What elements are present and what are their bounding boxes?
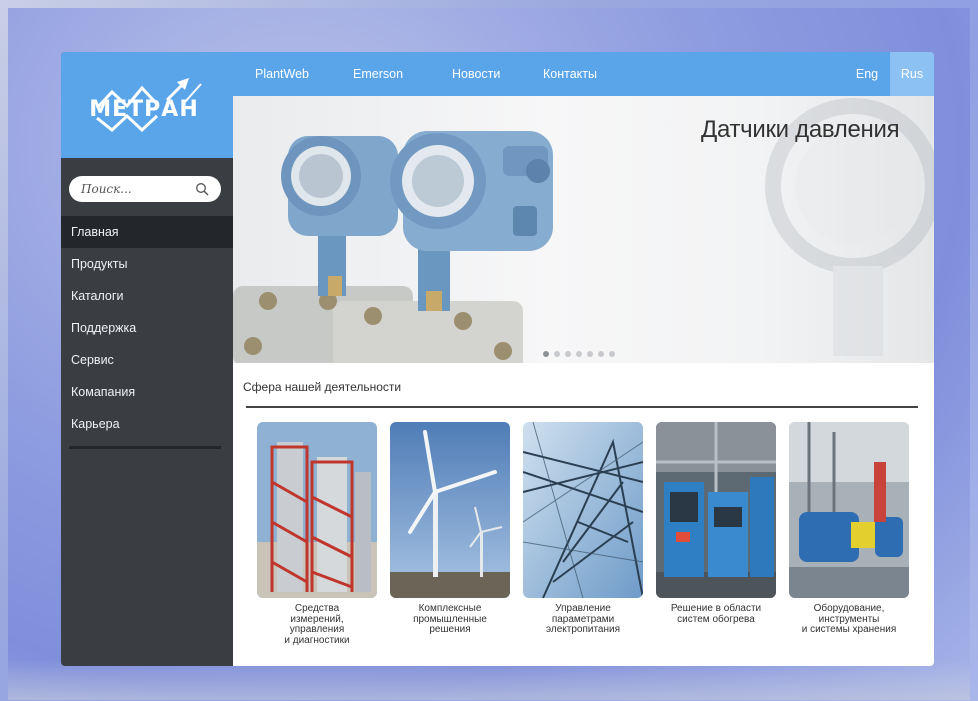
sidebar-item-products[interactable]: Продукты xyxy=(61,248,233,280)
top-navigation: PlantWeb Emerson Новости Контакты Eng Ru… xyxy=(233,52,934,96)
slider-dot[interactable] xyxy=(609,351,615,357)
sidebar-nav: Главная Продукты Каталоги Поддержка Серв… xyxy=(61,216,233,440)
sidebar-divider xyxy=(69,446,221,449)
card-image xyxy=(390,422,510,598)
search-icon[interactable] xyxy=(195,182,209,196)
card-image xyxy=(656,422,776,598)
sidebar-item-home[interactable]: Главная xyxy=(61,216,233,248)
nav-link-news[interactable]: Новости xyxy=(452,67,500,81)
card-label: Управление параметрами электропитания xyxy=(545,603,621,635)
activity-card-heating[interactable]: Решение в области систем обогрева xyxy=(656,422,776,625)
search-placeholder: Поиск... xyxy=(81,182,132,196)
card-label: Оборудование, инструменты и системы хран… xyxy=(801,603,897,635)
lang-eng-button[interactable]: Eng xyxy=(845,52,889,96)
section-divider xyxy=(246,406,918,408)
sidebar-item-company[interactable]: Комапания xyxy=(61,376,233,408)
card-image xyxy=(789,422,909,598)
nav-link-contacts[interactable]: Контакты xyxy=(543,67,597,81)
sidebar-item-service[interactable]: Сервис xyxy=(61,344,233,376)
section-title: Сфера нашей деятельности xyxy=(243,380,402,394)
sidebar-item-support[interactable]: Поддержка xyxy=(61,312,233,344)
card-label: Решение в области систем обогрева xyxy=(670,603,762,625)
sidebar: МЕТРАН Поиск... Главная Продукты Каталог… xyxy=(61,52,233,666)
activity-card-power[interactable]: Управление параметрами электропитания xyxy=(523,422,643,636)
slider-dot[interactable] xyxy=(565,351,571,357)
slider-dot[interactable] xyxy=(576,351,582,357)
logo[interactable]: МЕТРАН xyxy=(61,52,233,158)
hero-banner[interactable]: Датчики давления xyxy=(233,96,934,363)
logo-text: МЕТРАН xyxy=(89,96,199,122)
activity-card-industrial[interactable]: Комплексные промышленные решения xyxy=(390,422,510,636)
slider-dot[interactable] xyxy=(554,351,560,357)
slider-dot[interactable] xyxy=(587,351,593,357)
lang-rus-button[interactable]: Rus xyxy=(890,52,934,96)
sidebar-item-catalogs[interactable]: Каталоги xyxy=(61,280,233,312)
search-input[interactable]: Поиск... xyxy=(69,176,221,202)
main-content: PlantWeb Emerson Новости Контакты Eng Ru… xyxy=(233,52,934,666)
sidebar-item-career[interactable]: Карьера xyxy=(61,408,233,440)
card-label: Комплексные промышленные решения xyxy=(413,603,487,635)
nav-link-plantweb[interactable]: PlantWeb xyxy=(255,67,309,81)
card-image xyxy=(523,422,643,598)
activity-card-equipment[interactable]: Оборудование, инструменты и системы хран… xyxy=(789,422,909,636)
card-label: Средства измерений, управления и диагнос… xyxy=(284,603,350,646)
slider-dots xyxy=(543,351,615,357)
nav-link-emerson[interactable]: Emerson xyxy=(353,67,403,81)
slider-dot[interactable] xyxy=(598,351,604,357)
banner-title: Датчики давления xyxy=(701,116,900,143)
activity-card-measurement[interactable]: Средства измерений, управления и диагнос… xyxy=(257,422,377,646)
slider-dot[interactable] xyxy=(543,351,549,357)
card-image xyxy=(257,422,377,598)
